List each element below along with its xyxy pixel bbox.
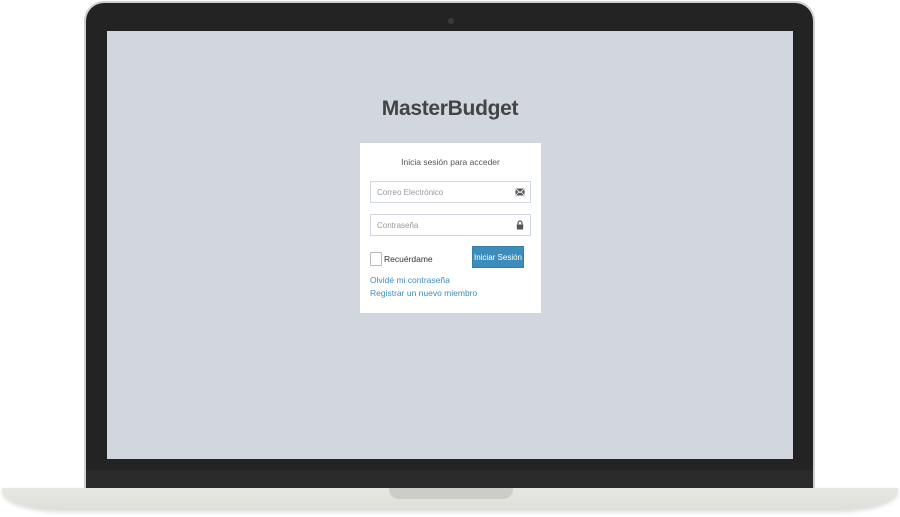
remember-label: Recuérdame <box>384 254 433 264</box>
email-field <box>370 181 531 203</box>
email-input[interactable] <box>371 182 511 202</box>
app-title: MasterBudget <box>381 97 519 120</box>
remember-me[interactable]: Recuérdame <box>370 252 433 266</box>
camera-dot <box>448 18 454 24</box>
lock-icon <box>516 220 524 230</box>
password-input[interactable] <box>371 215 511 235</box>
login-box-message: Inicia sesión para acceder <box>401 157 500 167</box>
remember-checkbox[interactable] <box>370 252 382 266</box>
password-field <box>370 214 531 236</box>
laptop-bezel-bottom <box>86 470 813 490</box>
register-link[interactable]: Registrar un nuevo miembro <box>370 288 477 298</box>
forgot-password-link[interactable]: Olvidé mi contraseña <box>370 275 450 285</box>
envelope-icon <box>515 188 525 196</box>
laptop-base-notch <box>389 488 513 499</box>
signin-button[interactable]: Iniciar Sesión <box>472 246 524 268</box>
login-box: Inicia sesión para acceder Recuérdame In… <box>360 143 541 313</box>
